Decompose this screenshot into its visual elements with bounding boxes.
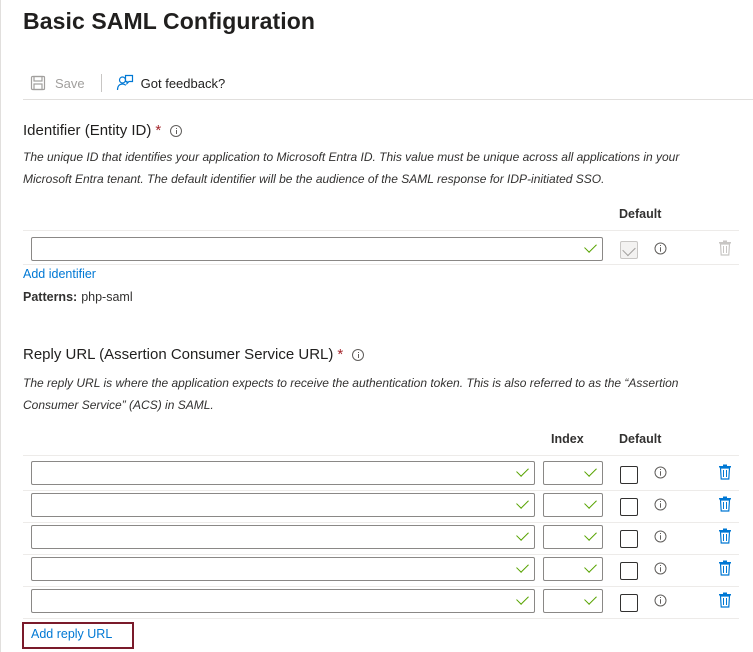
valid-check-icon: [516, 496, 529, 509]
info-icon[interactable]: [654, 594, 667, 607]
info-icon[interactable]: [654, 242, 667, 255]
info-icon[interactable]: [352, 348, 365, 361]
grid-divider: [23, 522, 739, 523]
info-icon[interactable]: [654, 530, 667, 543]
reply-url-index-input[interactable]: [543, 589, 603, 613]
valid-check-icon: [584, 240, 597, 253]
command-bar: Save Got feedback?: [23, 68, 225, 98]
reply-url-input[interactable]: [31, 589, 535, 613]
grid-divider: [23, 264, 739, 265]
info-icon[interactable]: [170, 124, 183, 137]
trash-icon[interactable]: [718, 496, 732, 512]
grid-divider: [23, 455, 739, 456]
valid-check-icon: [516, 592, 529, 605]
reply-url-input[interactable]: [31, 557, 535, 581]
reply-url-default-checkbox[interactable]: [620, 594, 638, 612]
reply-url-index-header: Index: [551, 432, 584, 446]
valid-check-icon: [584, 560, 597, 573]
reply-url-input[interactable]: [31, 461, 535, 485]
reply-url-default-checkbox[interactable]: [620, 562, 638, 580]
grid-divider: [23, 618, 739, 619]
reply-url-index-input[interactable]: [543, 493, 603, 517]
identifier-input[interactable]: [31, 237, 603, 261]
info-icon[interactable]: [654, 498, 667, 511]
save-button[interactable]: Save: [23, 75, 85, 91]
reply-url-default-checkbox[interactable]: [620, 530, 638, 548]
reply-url-default-checkbox[interactable]: [620, 466, 638, 484]
identifier-label: Identifier (Entity ID) *: [23, 122, 183, 139]
page-title: Basic SAML Configuration: [23, 8, 316, 34]
reply-url-label-text: Reply URL (Assertion Consumer Service UR…: [23, 346, 334, 363]
valid-check-icon: [516, 528, 529, 541]
valid-check-icon: [516, 464, 529, 477]
valid-check-icon: [584, 496, 597, 509]
grid-divider: [23, 554, 739, 555]
reply-url-default-header: Default: [619, 432, 662, 446]
required-asterisk: *: [337, 346, 344, 363]
valid-check-icon: [516, 560, 529, 573]
add-identifier-link[interactable]: Add identifier: [23, 267, 96, 281]
add-reply-url-link[interactable]: Add reply URL: [31, 627, 112, 641]
feedback-button[interactable]: Got feedback?: [116, 74, 226, 92]
feedback-label: Got feedback?: [140, 75, 226, 91]
panel-left-border: [0, 0, 1, 652]
patterns-text: Patterns: php-saml: [23, 290, 133, 304]
valid-check-icon: [584, 528, 597, 541]
feedback-icon: [116, 74, 133, 91]
toolbar-divider: [23, 99, 753, 100]
save-label: Save: [55, 75, 85, 91]
valid-check-icon: [584, 464, 597, 477]
patterns-label: Patterns:: [23, 290, 78, 304]
patterns-value: php-saml: [81, 290, 133, 304]
reply-url-index-input[interactable]: [543, 461, 603, 485]
reply-url-description: The reply URL is where the application e…: [23, 376, 679, 412]
reply-url-label: Reply URL (Assertion Consumer Service UR…: [23, 346, 365, 363]
valid-check-icon: [584, 592, 597, 605]
identifier-description: The unique ID that identifies your appli…: [23, 150, 680, 186]
reply-url-index-input[interactable]: [543, 557, 603, 581]
grid-divider: [23, 230, 739, 231]
identifier-label-text: Identifier (Entity ID): [23, 122, 152, 139]
trash-icon[interactable]: [718, 560, 732, 576]
reply-url-default-checkbox[interactable]: [620, 498, 638, 516]
grid-divider: [23, 490, 739, 491]
info-icon[interactable]: [654, 466, 667, 479]
trash-icon[interactable]: [718, 592, 732, 608]
reply-url-index-input[interactable]: [543, 525, 603, 549]
required-asterisk: *: [155, 122, 162, 139]
info-icon[interactable]: [654, 562, 667, 575]
trash-icon[interactable]: [718, 528, 732, 544]
identifier-default-checkbox: [620, 241, 638, 259]
identifier-default-header: Default: [619, 207, 662, 221]
toolbar-separator: [100, 74, 102, 92]
trash-icon: [719, 240, 731, 256]
save-icon: [30, 75, 46, 91]
trash-icon[interactable]: [718, 464, 732, 480]
reply-url-input[interactable]: [31, 525, 535, 549]
grid-divider: [23, 586, 739, 587]
reply-url-input[interactable]: [31, 493, 535, 517]
